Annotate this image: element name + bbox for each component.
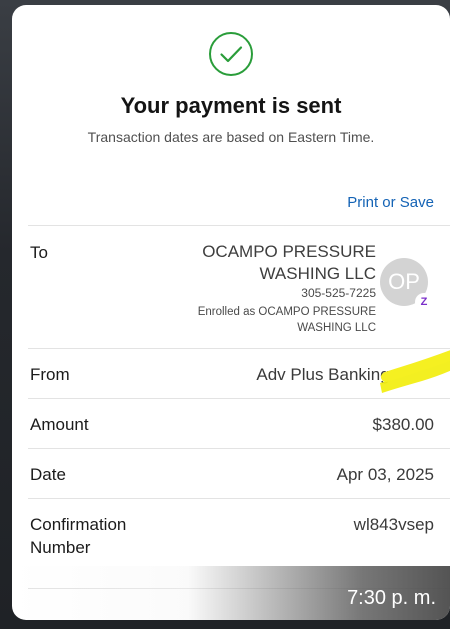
zelle-icon: Z <box>415 293 433 311</box>
amount-value: $380.00 <box>372 415 434 434</box>
page-title: Your payment is sent <box>120 93 342 118</box>
recipient-name: OCAMPO PRESSURE WASHING LLC <box>202 242 376 283</box>
from-label: From <box>30 365 70 384</box>
date-value: Apr 03, 2025 <box>336 465 434 484</box>
recipient-enrolled-as: Enrolled as OCAMPO PRESSURE WASHING LLC <box>197 306 376 334</box>
check-circle-icon <box>209 32 253 76</box>
to-label: To <box>30 243 48 262</box>
payment-confirmation-card: Your payment is sent Transaction dates a… <box>12 5 450 620</box>
date-label: Date <box>30 465 66 484</box>
highlighter-redaction <box>380 350 450 393</box>
divider <box>28 498 450 499</box>
divider <box>28 225 450 226</box>
page-subtitle: Transaction dates are based on Eastern T… <box>87 129 375 145</box>
divider <box>28 448 450 449</box>
print-or-save-link[interactable]: Print or Save <box>347 194 434 211</box>
divider <box>28 398 450 399</box>
recipient-phone: 305-525-7225 <box>301 286 376 300</box>
amount-label: Amount <box>30 415 89 434</box>
message-timestamp: 7:30 p. m. <box>347 587 436 609</box>
confirmation-label: Confirmation Number <box>30 515 127 557</box>
confirmation-number: wl843vsep <box>353 515 434 534</box>
